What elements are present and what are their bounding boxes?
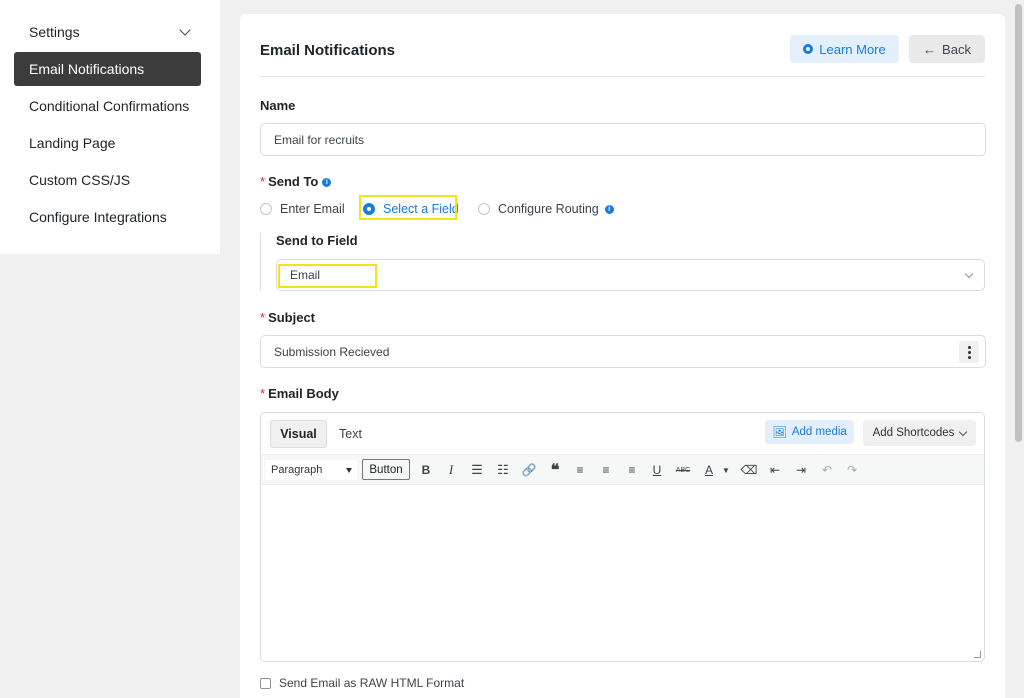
align-right-icon[interactable]: ≡	[623, 461, 641, 479]
sidebar-item-landing-page[interactable]: Landing Page	[14, 126, 201, 160]
sidebar-item-label: Email Notifications	[29, 61, 145, 77]
sidebar-item-configure-integrations[interactable]: Configure Integrations	[14, 200, 201, 234]
resize-handle-icon[interactable]	[974, 651, 981, 658]
sidebar-item-label: Configure Integrations	[29, 209, 167, 225]
name-input-value: Email for recruits	[274, 132, 365, 147]
required-asterisk: *	[260, 174, 266, 189]
sidebar-item-settings[interactable]: Settings	[14, 15, 201, 49]
strikethrough-icon[interactable]: ABC	[674, 461, 692, 479]
sidebar-item-label: Custom CSS/JS	[29, 172, 131, 188]
radio-select-a-field[interactable]: Select a Field	[363, 199, 459, 219]
sidebar-item-custom-css-js[interactable]: Custom CSS/JS	[14, 163, 201, 197]
undo-icon[interactable]: ↶	[818, 461, 836, 479]
name-input[interactable]: Email for recruits	[260, 123, 986, 156]
media-icon: 🖼	[772, 427, 787, 439]
email-body-editor: Visual Text 🖼 Add media Add Shortcodes P…	[260, 412, 985, 662]
play-circle-icon	[803, 44, 814, 54]
raw-html-option[interactable]: Send Email as RAW HTML Format	[260, 676, 464, 690]
caret-down-icon[interactable]: ▼	[717, 461, 735, 479]
indent-bar	[260, 233, 261, 291]
add-media-button[interactable]: 🖼 Add media	[765, 420, 854, 444]
sidebar-item-conditional-confirmations[interactable]: Conditional Confirmations	[14, 89, 201, 123]
send-to-field-label: Send to Field	[276, 233, 358, 248]
subject-label: * Subject	[260, 310, 315, 325]
required-asterisk: *	[260, 386, 266, 401]
underline-icon[interactable]: U	[648, 461, 666, 479]
radio-label: Select a Field	[383, 202, 459, 216]
indent-icon[interactable]: ⇥	[792, 461, 810, 479]
numbered-list-icon[interactable]: ☷	[494, 461, 512, 479]
sidebar-item-email-notifications[interactable]: Email Notifications	[14, 52, 201, 86]
back-button[interactable]: ← Back	[909, 35, 985, 63]
send-to-field-select[interactable]: Email	[276, 259, 985, 291]
chevron-down-icon	[179, 24, 191, 36]
email-body-label-text: Email Body	[268, 386, 339, 401]
page-title: Email Notifications	[260, 42, 396, 59]
italic-icon[interactable]: I	[442, 461, 460, 479]
align-left-icon[interactable]: ≡	[571, 461, 589, 479]
sidebar-item-label: Conditional Confirmations	[29, 98, 190, 114]
bold-icon[interactable]: B	[417, 461, 435, 479]
email-body-label: * Email Body	[260, 386, 339, 401]
header-divider	[260, 76, 985, 77]
add-media-label: Add media	[791, 426, 847, 438]
insert-button[interactable]: Button	[362, 459, 410, 480]
radio-label: Enter Email	[280, 202, 345, 216]
add-shortcodes-label: Add Shortcodes	[872, 427, 955, 439]
checkbox-icon[interactable]	[260, 677, 271, 689]
subject-label-text: Subject	[268, 310, 316, 325]
settings-sidebar: Settings Email Notifications Conditional…	[0, 0, 220, 254]
link-icon[interactable]: 🔗	[520, 461, 538, 479]
chevron-down-icon	[964, 269, 974, 279]
info-icon[interactable]: i	[322, 178, 332, 188]
text-color-icon[interactable]: A	[700, 461, 718, 479]
more-vertical-icon[interactable]	[959, 341, 979, 363]
subject-input-value: Submission Recieved	[274, 344, 390, 359]
send-to-label-text: Send To	[268, 174, 319, 189]
tab-visual[interactable]: Visual	[270, 420, 327, 448]
tab-text[interactable]: Text	[339, 427, 362, 441]
radio-circle-icon	[478, 203, 490, 215]
blockquote-icon[interactable]: ❝	[546, 461, 564, 479]
radio-checked-icon	[363, 203, 375, 215]
editor-toolbar: Paragraph Button B I ☰ ☷ 🔗 ❝ ≡ ≡ ≡ U ABC…	[261, 454, 984, 485]
send-to-radio-group: Enter Email Select a Field Configure Rou…	[260, 199, 660, 219]
name-label: Name	[260, 98, 296, 113]
scrollbar-thumb[interactable]	[1015, 4, 1022, 442]
send-to-field-value: Email	[290, 268, 321, 282]
back-label: Back	[942, 41, 971, 57]
align-center-icon[interactable]: ≡	[597, 461, 615, 479]
raw-html-label: Send Email as RAW HTML Format	[279, 676, 465, 690]
email-notification-panel: Email Notifications Learn More ← Back Na…	[240, 14, 1005, 698]
clear-format-icon[interactable]: ⌫	[740, 461, 758, 479]
sidebar-item-label: Landing Page	[29, 135, 116, 151]
chevron-down-icon	[959, 427, 968, 436]
subject-input[interactable]: Submission Recieved	[260, 335, 986, 368]
radio-label: Configure Routing	[498, 202, 599, 216]
add-shortcodes-button[interactable]: Add Shortcodes	[863, 420, 976, 446]
outdent-icon[interactable]: ⇤	[766, 461, 784, 479]
sidebar-item-label: Settings	[29, 24, 80, 40]
editor-content-area[interactable]	[261, 486, 984, 661]
learn-more-button[interactable]: Learn More	[790, 35, 899, 63]
radio-configure-routing[interactable]: Configure Routing i	[478, 199, 614, 219]
send-to-label: * Send To i	[260, 174, 332, 189]
learn-more-label: Learn More	[819, 41, 886, 57]
radio-enter-email[interactable]: Enter Email	[260, 199, 345, 219]
bullet-list-icon[interactable]: ☰	[468, 461, 486, 479]
required-asterisk: *	[260, 310, 266, 325]
format-select[interactable]: Paragraph	[265, 460, 357, 480]
arrow-left-icon: ←	[923, 41, 937, 57]
redo-icon[interactable]: ↷	[843, 461, 861, 479]
info-icon[interactable]: i	[604, 204, 614, 214]
radio-circle-icon	[260, 203, 272, 215]
